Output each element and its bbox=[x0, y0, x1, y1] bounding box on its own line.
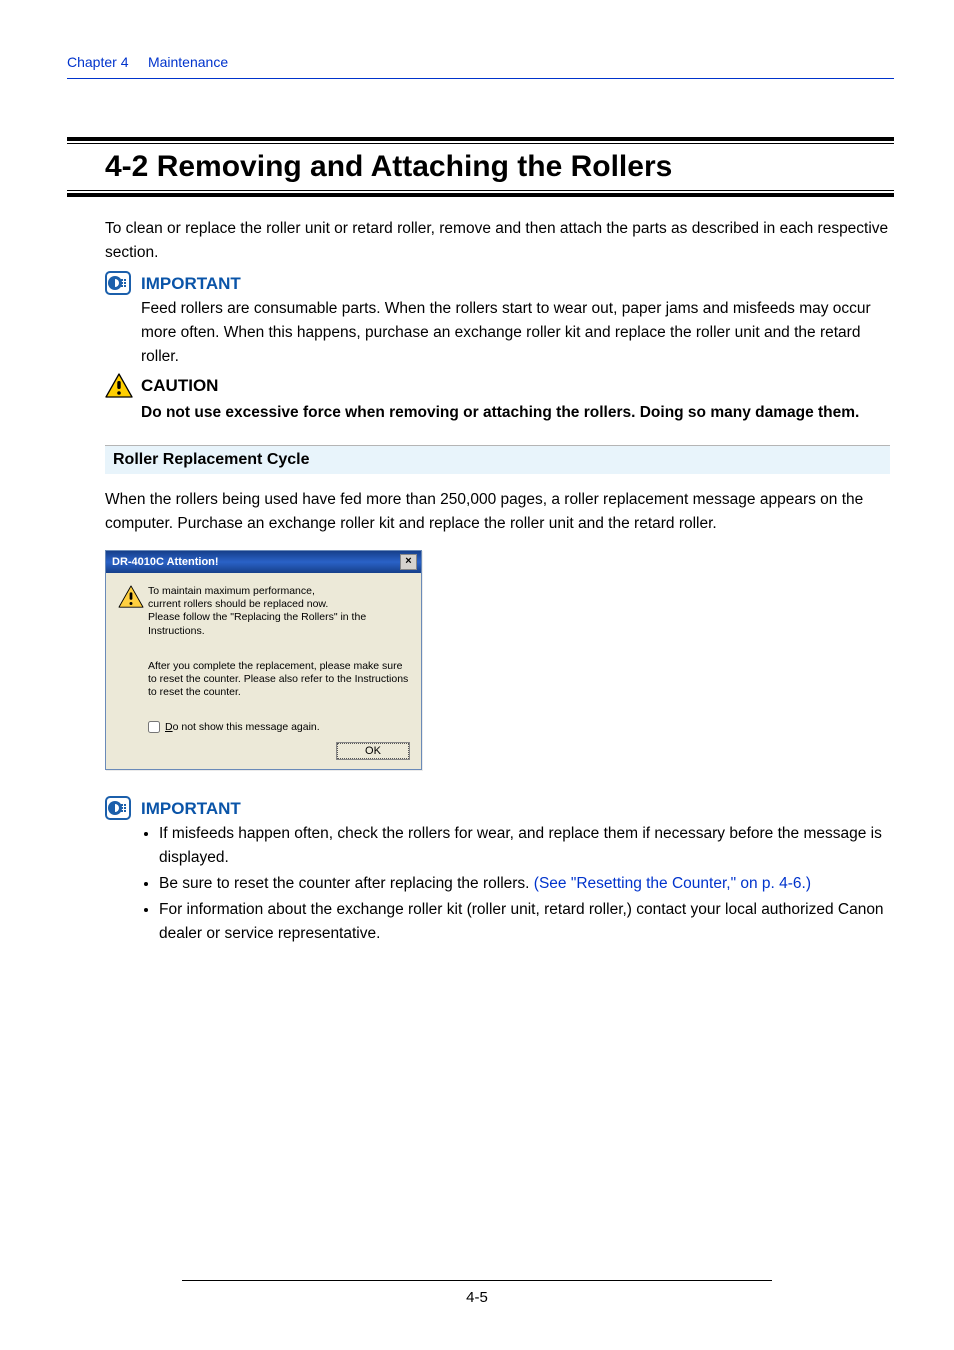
section-rule-bottom-thick bbox=[67, 193, 894, 197]
page-number: 4-5 bbox=[0, 1289, 954, 1306]
attention-dialog: DR-4010C Attention! × To maintain maximu… bbox=[105, 550, 422, 770]
list-item: Be sure to reset the counter after repla… bbox=[159, 872, 890, 896]
caution-label: CAUTION bbox=[135, 373, 218, 396]
chapter-link[interactable]: Chapter 4 bbox=[67, 54, 128, 70]
page-footer: 4-5 bbox=[0, 1280, 954, 1306]
list-item: For information about the exchange rolle… bbox=[159, 898, 890, 946]
important-label: IMPORTANT bbox=[135, 796, 241, 819]
dialog-checkbox[interactable] bbox=[148, 721, 160, 733]
important-icon bbox=[105, 796, 135, 820]
dialog-titlebar: DR-4010C Attention! × bbox=[106, 551, 421, 573]
reset-counter-link[interactable]: (See "Resetting the Counter," on p. 4-6.… bbox=[534, 875, 811, 892]
section-rule-bottom-thin bbox=[67, 190, 894, 191]
dialog-ok-button[interactable]: OK bbox=[337, 743, 409, 759]
caution-callout: CAUTION bbox=[105, 373, 890, 399]
dialog-close-button[interactable]: × bbox=[400, 554, 417, 570]
dialog-checkbox-label: Do not show this message again. bbox=[165, 721, 320, 733]
cycle-text: When the rollers being used have fed mor… bbox=[105, 488, 890, 536]
dialog-warning-icon bbox=[118, 585, 148, 638]
important-callout-2: IMPORTANT bbox=[105, 796, 890, 820]
list-item: If misfeeds happen often, check the roll… bbox=[159, 822, 890, 870]
dialog-title: DR-4010C Attention! bbox=[112, 556, 219, 568]
dialog-message-1: To maintain maximum performance, current… bbox=[148, 585, 409, 638]
section-intro: To clean or replace the roller unit or r… bbox=[105, 217, 890, 265]
important-callout: IMPORTANT bbox=[105, 271, 890, 295]
important-icon bbox=[105, 271, 135, 295]
dialog-message-2: After you complete the replacement, plea… bbox=[148, 660, 409, 699]
important-text: Feed rollers are consumable parts. When … bbox=[141, 297, 890, 369]
caution-text: Do not use excessive force when removing… bbox=[141, 401, 890, 425]
caution-icon bbox=[105, 373, 135, 399]
chapter-title[interactable]: Maintenance bbox=[148, 54, 228, 70]
important-bullet-list: If misfeeds happen often, check the roll… bbox=[141, 822, 890, 946]
section-rule-top-thick bbox=[67, 137, 894, 141]
footer-rule bbox=[182, 1280, 772, 1281]
dialog-checkbox-row: Do not show this message again. bbox=[148, 721, 409, 733]
subsection-heading: Roller Replacement Cycle bbox=[105, 445, 890, 474]
section-title: 4-2 Removing and Attaching the Rollers bbox=[67, 144, 894, 190]
important-label: IMPORTANT bbox=[135, 271, 241, 294]
page-header: Chapter 4 Maintenance bbox=[67, 54, 894, 79]
